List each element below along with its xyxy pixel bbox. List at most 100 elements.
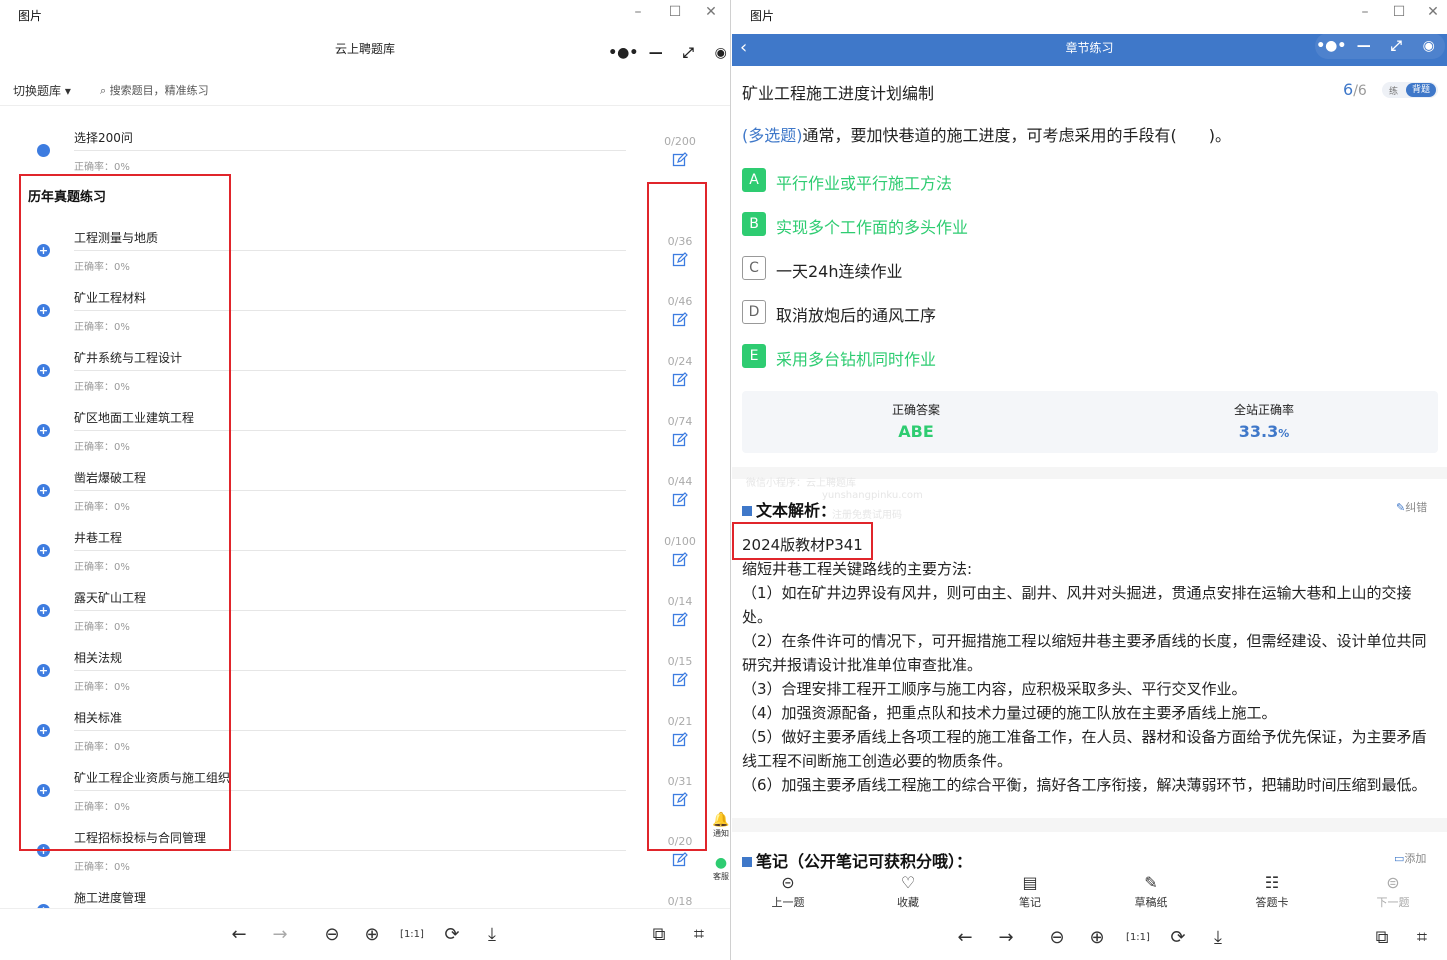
analysis-line: （5）做好主要矛盾线上各项工程的施工准备工作，在人员、器材和设备方面给予优先保证… xyxy=(742,728,1427,770)
tool-heart[interactable]: ♡ 收藏 xyxy=(878,872,938,910)
zoom-out-icon[interactable]: ⊖ xyxy=(1045,926,1069,950)
rotate-icon[interactable]: ⟳ xyxy=(1166,926,1190,950)
zoom-in-icon[interactable]: ⊕ xyxy=(360,923,384,947)
item-count: 0/20 xyxy=(667,835,693,848)
option-a[interactable]: A 平行作业或平行施工方法 xyxy=(742,168,1432,194)
option-d[interactable]: D 取消放炮后的通风工序 xyxy=(742,300,1432,326)
list-item[interactable]: + 矿业工程材料 正确率：0% 0/46 xyxy=(0,284,730,344)
close-button[interactable]: ✕ xyxy=(700,4,722,20)
notes-title: 笔记（公开笔记可获积分哦）： xyxy=(742,848,972,872)
restore-icon[interactable]: ⤢ xyxy=(672,45,705,61)
maximize-button[interactable]: ☐ xyxy=(664,4,686,20)
minimize-icon[interactable]: — xyxy=(640,45,673,61)
translate-icon[interactable]: ⧉ xyxy=(647,923,671,947)
item-accuracy: 正确率：0% xyxy=(74,382,130,393)
recite-mode[interactable]: 背题 xyxy=(1405,83,1436,97)
list-item[interactable]: + 相关法规 正确率：0% 0/15 xyxy=(0,644,730,704)
list-item[interactable]: + 矿业工程企业资质与施工组织 正确率：0% 0/31 xyxy=(0,764,730,824)
search-icon: ⌕ xyxy=(100,84,107,97)
search-input[interactable]: ⌕ 搜索题目，精准练习 xyxy=(100,82,209,98)
list-item[interactable]: + 露天矿山工程 正确率：0% 0/14 xyxy=(0,584,730,644)
question-progress: 6/6 xyxy=(1343,80,1367,99)
analysis-line: 缩短井巷工程关键路线的主要方法: xyxy=(742,560,973,578)
edit-icon[interactable] xyxy=(672,732,688,748)
translate-icon[interactable]: ⧉ xyxy=(1370,926,1394,950)
list-item[interactable]: + 井巷工程 正确率：0% 0/100 xyxy=(0,524,730,584)
minimize-icon[interactable]: — xyxy=(1348,38,1381,54)
tool-notebook[interactable]: ▤ 笔记 xyxy=(1000,872,1060,910)
maximize-button[interactable]: ☐ xyxy=(1388,4,1410,20)
list-item[interactable]: + 凿岩爆破工程 正确率：0% 0/44 xyxy=(0,464,730,524)
edit-icon[interactable] xyxy=(672,672,688,688)
zoom-out-icon[interactable]: ⊖ xyxy=(320,923,344,947)
zoom-in-icon[interactable]: ⊕ xyxy=(1085,926,1109,950)
service-button[interactable]: ● 客服 xyxy=(711,855,730,882)
actual-size-icon[interactable]: [1:1] xyxy=(1126,926,1150,950)
notebook-icon: ▤ xyxy=(1022,873,1038,892)
plus-circle-icon: + xyxy=(37,364,50,377)
practice-mode[interactable]: 练 xyxy=(1389,84,1398,97)
option-letter: C xyxy=(742,256,766,280)
list-item[interactable]: + 工程测量与地质 正确率：0% 0/36 xyxy=(0,224,730,284)
list-item[interactable]: + 相关标准 正确率：0% 0/21 xyxy=(0,704,730,764)
edit-icon[interactable] xyxy=(672,372,688,388)
edit-icon[interactable] xyxy=(672,852,688,868)
forward-arrow-icon[interactable]: → xyxy=(994,926,1018,950)
list-item[interactable]: 选择200问 正确率：0% 0/200 xyxy=(0,124,730,184)
prev-circle-icon: ⊝ xyxy=(781,873,795,892)
item-count: 0/31 xyxy=(667,775,693,788)
chapter-list: 选择200问 正确率：0% 0/200 历年真题练习 + 工程测量与地质 正确率：0… xyxy=(0,114,730,908)
tool-prev-circle[interactable]: ⊝ 上一题 xyxy=(758,872,818,910)
notify-button[interactable]: 🔔 通知 xyxy=(711,812,730,839)
tool-answer-card[interactable]: ☷ 答题卡 xyxy=(1242,872,1302,910)
tool-draft[interactable]: ✎ 草稿纸 xyxy=(1121,872,1181,910)
wechat-icon: ● xyxy=(714,855,728,871)
question-text: 通常，要加快巷道的施工进度，可考虑采用的手段有( )。 xyxy=(802,126,1232,145)
edit-icon[interactable] xyxy=(672,152,688,168)
watermark: 注册免费试用码 xyxy=(832,510,902,521)
list-item[interactable]: +施工进度管理0/18 xyxy=(0,884,730,908)
option-b[interactable]: B 实现多个工作面的多头作业 xyxy=(742,212,1432,238)
answer-card-icon: ☷ xyxy=(1264,873,1280,892)
list-item[interactable]: + 矿井系统与工程设计 正确率：0% 0/24 xyxy=(0,344,730,404)
option-e[interactable]: E 采用多台钻机同时作业 xyxy=(742,344,1432,370)
forward-arrow-icon[interactable]: → xyxy=(268,923,292,947)
option-c[interactable]: C 一天24h连续作业 xyxy=(742,256,1432,282)
close-button[interactable]: ✕ xyxy=(1422,4,1444,20)
download-icon[interactable]: ⤓ xyxy=(1206,926,1230,950)
minimize-button[interactable]: – xyxy=(627,4,649,20)
edit-icon[interactable] xyxy=(672,432,688,448)
restore-icon[interactable]: ⤢ xyxy=(1380,38,1413,54)
more-icon[interactable]: •●• xyxy=(607,45,640,61)
back-arrow-icon[interactable]: ← xyxy=(953,926,977,950)
item-accuracy: 正确率：0% xyxy=(74,622,130,633)
mode-toggle[interactable]: 练 背题 xyxy=(1382,82,1438,98)
back-arrow-icon[interactable]: ← xyxy=(227,923,251,947)
bell-icon: 🔔 xyxy=(712,812,730,828)
edit-icon[interactable] xyxy=(672,252,688,268)
download-icon[interactable]: ⤓ xyxy=(480,923,504,947)
add-note-button[interactable]: ▭添加 xyxy=(1394,850,1426,866)
ocr-icon[interactable]: ⌗ xyxy=(1410,926,1434,950)
record-icon[interactable]: ◉ xyxy=(705,45,731,61)
edit-icon[interactable] xyxy=(672,492,688,508)
tool-next-circle[interactable]: ⊜ 下一题 xyxy=(1363,872,1423,910)
analysis-line: （4）加强资源配备，把重点队和技术力量过硬的施工队放在主要矛盾线上施工。 xyxy=(742,704,1277,722)
edit-icon[interactable] xyxy=(672,312,688,328)
edit-icon[interactable] xyxy=(672,612,688,628)
ocr-icon[interactable]: ⌗ xyxy=(687,923,711,947)
switch-bank-dropdown[interactable]: 切换题库 ▾ xyxy=(13,82,71,99)
option-text: 平行作业或平行施工方法 xyxy=(776,174,953,193)
edit-icon[interactable] xyxy=(672,792,688,808)
list-item[interactable]: + 工程招标投标与合同管理 正确率：0% 0/20 xyxy=(0,824,730,884)
list-item[interactable]: + 矿区地面工业建筑工程 正确率：0% 0/74 xyxy=(0,404,730,464)
chapter-practice-header: ‹ 章节练习 •●• — ⤢ ◉ xyxy=(732,33,1447,66)
record-icon[interactable]: ◉ xyxy=(1413,38,1446,54)
rotate-icon[interactable]: ⟳ xyxy=(440,923,464,947)
minimize-button[interactable]: – xyxy=(1354,4,1376,20)
report-error-button[interactable]: ✎纠错 xyxy=(1396,499,1427,515)
item-accuracy: 正确率：0% xyxy=(74,262,130,273)
edit-icon[interactable] xyxy=(672,552,688,568)
actual-size-icon[interactable]: [1:1] xyxy=(400,923,424,947)
more-icon[interactable]: •●• xyxy=(1315,38,1348,54)
